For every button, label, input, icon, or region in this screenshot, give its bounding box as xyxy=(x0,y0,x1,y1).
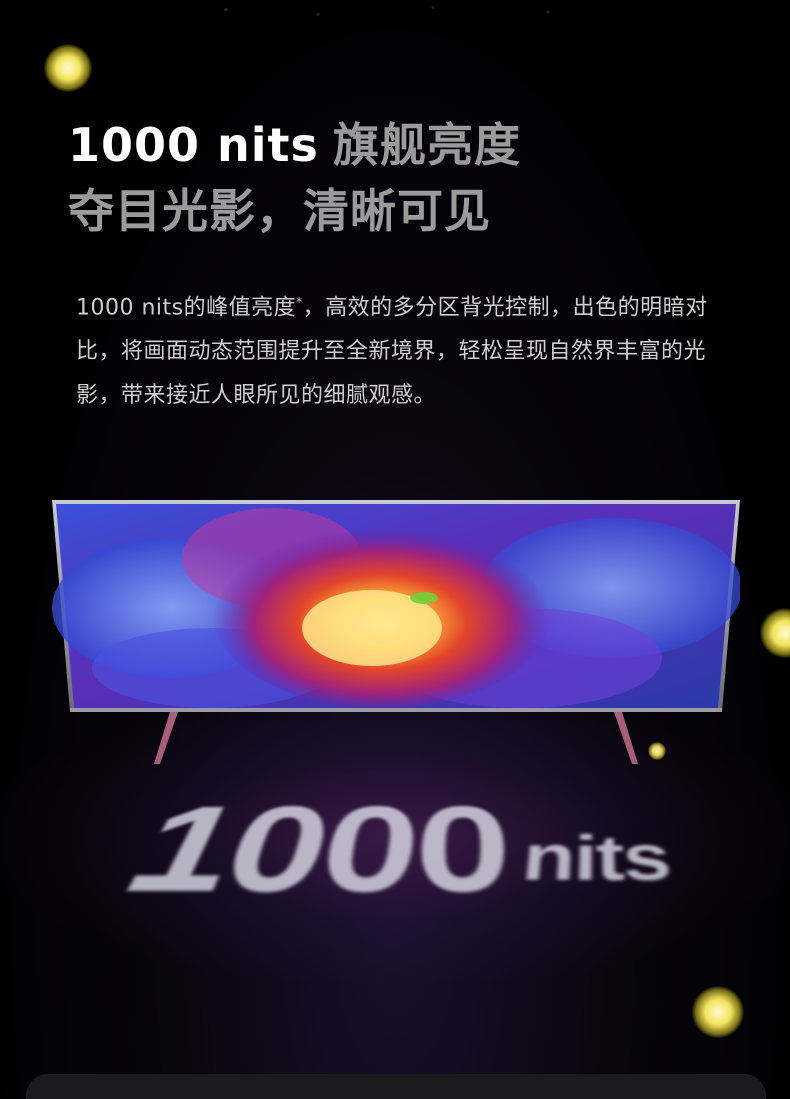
feature-description: 1000 nits的峰值亮度*，高效的多分区背光控制，出色的明暗对比，将画面动态… xyxy=(76,280,736,418)
glowing-orb-icon xyxy=(692,986,744,1038)
glowing-orb-icon xyxy=(44,44,92,92)
brightness-number: 1000 xyxy=(113,785,529,923)
brightness-unit: nits xyxy=(518,824,674,895)
glowing-orb-icon xyxy=(760,608,790,658)
tv-illustration xyxy=(52,500,740,764)
product-feature-page: 1000 nits 旗舰亮度 夺目光影，清晰可见 1000 nits的峰值亮度*，… xyxy=(0,0,790,1099)
sparkle-decoration xyxy=(180,0,640,24)
description-lead: 1000 nits的峰值亮度 xyxy=(76,295,297,321)
headline: 1000 nits 旗舰亮度 夺目光影，清晰可见 xyxy=(68,112,521,244)
headline-number: 1000 nits xyxy=(68,118,319,172)
next-section-card xyxy=(26,1074,766,1099)
brightness-graphic: 1000 nits xyxy=(113,730,698,923)
headline-title: 旗舰亮度 xyxy=(332,118,521,172)
headline-subtitle: 夺目光影，清晰可见 xyxy=(68,184,491,238)
tv-product-image xyxy=(52,498,740,768)
